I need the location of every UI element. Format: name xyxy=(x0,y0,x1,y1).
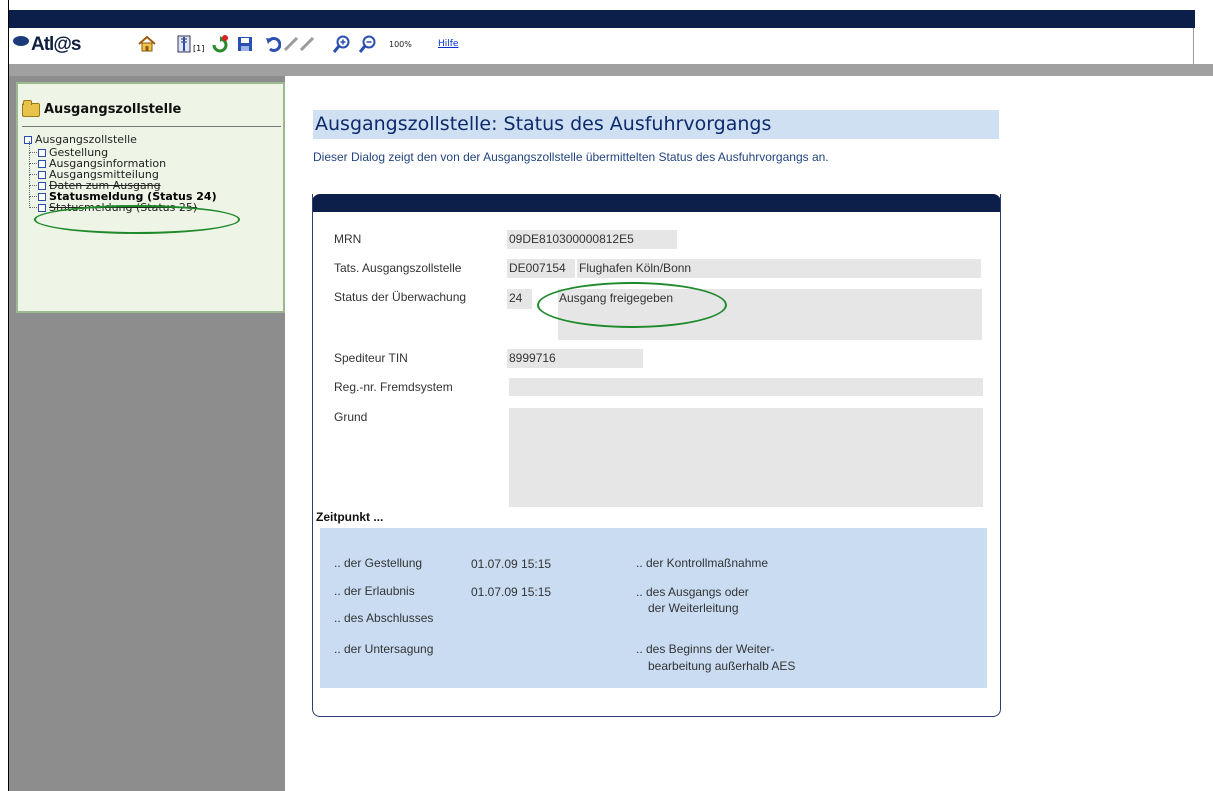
tree-node-icon xyxy=(38,203,46,212)
gray-separator xyxy=(9,64,1213,76)
ausgang-label-line2: der Weiterleitung xyxy=(648,601,739,615)
mrn-field[interactable]: 09DE810300000812E5 xyxy=(507,230,677,249)
tree-node-icon xyxy=(38,170,46,179)
home-icon[interactable] xyxy=(138,35,156,53)
refresh-icon[interactable] xyxy=(211,35,229,53)
office-name-field[interactable]: Flughafen Köln/Bonn xyxy=(577,259,981,278)
tree-node-icon xyxy=(38,159,46,168)
top-navy-bar xyxy=(9,10,1195,28)
atlas-logo: Atl@s xyxy=(31,34,81,55)
ausgang-label-line1: .. des Ausgangs oder xyxy=(636,585,749,599)
reg-field[interactable] xyxy=(509,378,983,396)
toolbar: Atl@s [1] 100% Hilfe xyxy=(9,28,1194,64)
folder-icon xyxy=(22,99,40,117)
nav-tree: Ausgangszollstelle Gestellung Ausgangsin… xyxy=(24,134,217,213)
undo-icon[interactable] xyxy=(265,35,281,53)
tree-node-icon xyxy=(38,181,46,190)
printer-count: [1] xyxy=(193,43,205,53)
help-link[interactable]: Hilfe xyxy=(438,39,458,49)
zoom-out-icon[interactable] xyxy=(359,35,377,53)
zoom-level: 100% xyxy=(389,40,412,49)
printer-icon[interactable] xyxy=(176,35,192,53)
zeitpunkt-title: Zeitpunkt ... xyxy=(316,510,384,524)
tin-label: Spediteur TIN xyxy=(334,351,408,365)
gestellung-label: .. der Gestellung xyxy=(334,556,423,570)
kontroll-label: .. der Kontrollmaßnahme xyxy=(636,556,769,570)
nav-title-label: Ausgangszollstelle xyxy=(44,102,182,117)
beginn-label-line2: bearbeitung außerhalb AES xyxy=(648,659,796,673)
tin-field[interactable]: 8999716 xyxy=(507,349,643,368)
tree-root-item[interactable]: Ausgangszollstelle xyxy=(24,134,217,145)
grund-label: Grund xyxy=(334,410,368,424)
nav-divider xyxy=(22,126,281,127)
tree-root-label: Ausgangszollstelle xyxy=(35,133,137,146)
abschluss-label: .. des Abschlusses xyxy=(334,611,434,625)
navigation-panel: Ausgangszollstelle Ausgangszollstelle Ge… xyxy=(16,82,285,313)
mrn-label: MRN xyxy=(334,232,362,246)
reg-label: Reg.-nr. Fremdsystem xyxy=(334,380,453,394)
nav-title: Ausgangszollstelle xyxy=(22,99,182,117)
status-label: Status der Überwachung xyxy=(334,290,467,304)
office-label: Tats. Ausgangszollstelle xyxy=(334,261,462,275)
erlaubnis-label: .. der Erlaubnis xyxy=(334,584,415,598)
tree-node-icon xyxy=(38,148,46,157)
beginn-label-line1: .. des Beginns der Weiter- xyxy=(636,642,775,656)
window-left-border xyxy=(8,0,9,791)
edit-pencil-icon[interactable] xyxy=(283,35,299,53)
status-code-field[interactable]: 24 xyxy=(507,289,532,309)
tree-item-statusmeldung-25[interactable]: Statusmeldung (Status 25) xyxy=(24,196,217,214)
grund-field[interactable] xyxy=(509,408,983,507)
page-description: Dieser Dialog zeigt den von der Ausgangs… xyxy=(313,150,829,164)
tree-node-icon xyxy=(38,192,46,201)
gestellung-value: 01.07.09 15:15 xyxy=(471,557,552,571)
untersagung-label: .. der Untersagung xyxy=(334,642,434,656)
zoom-in-icon[interactable] xyxy=(333,35,351,53)
erlaubnis-value: 01.07.09 15:15 xyxy=(471,585,552,599)
page-title: Ausgangszollstelle: Status des Ausfuhrvo… xyxy=(313,110,999,139)
save-icon[interactable] xyxy=(237,35,253,53)
tree-item-label: Statusmeldung (Status 25) xyxy=(49,201,198,214)
logo-swoosh-icon xyxy=(13,36,29,46)
status-text-field[interactable]: Ausgang freigegeben xyxy=(558,289,982,340)
edit-pencil-2-icon[interactable] xyxy=(299,35,315,53)
office-code-field[interactable]: DE007154 xyxy=(507,259,575,278)
